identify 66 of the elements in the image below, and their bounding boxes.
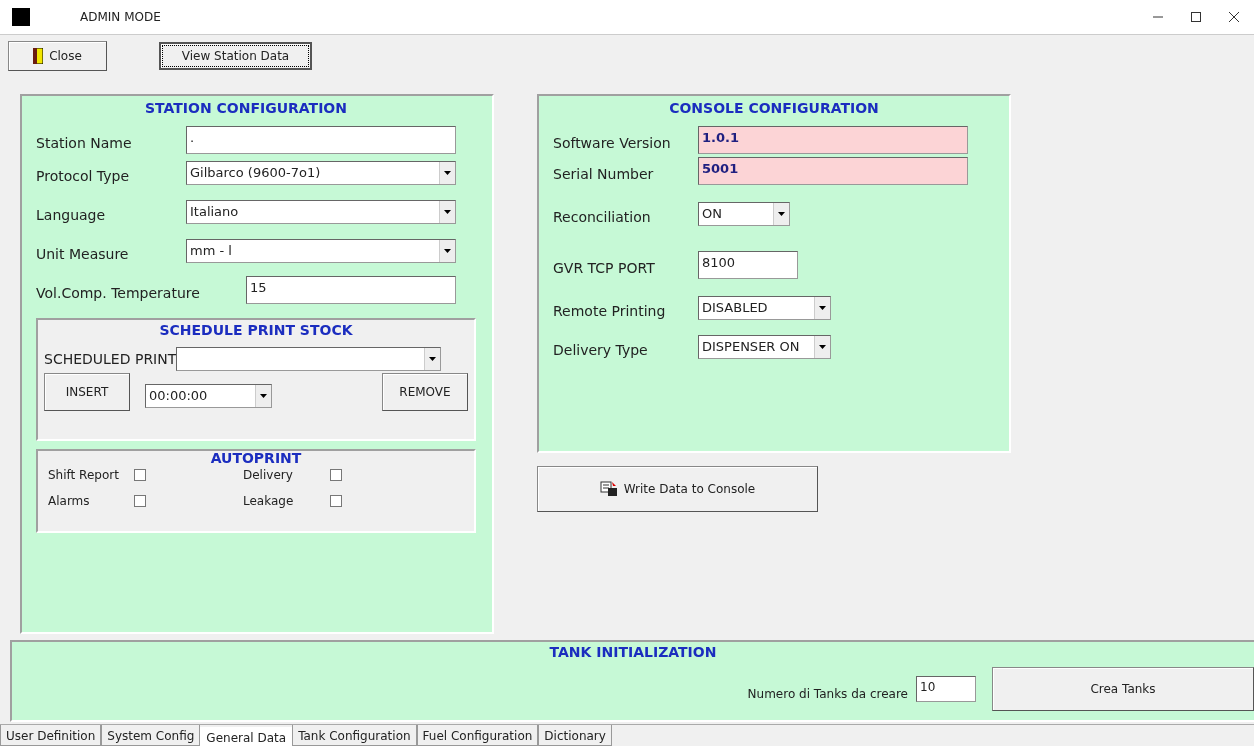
save-to-disk-icon (599, 481, 618, 497)
field-label: Reconciliation (553, 208, 652, 227)
dropdown-arrow-icon[interactable] (444, 170, 451, 175)
checkbox[interactable] (134, 495, 146, 508)
dropdown-field[interactable]: Gilbarco (9600-7o1) (186, 160, 456, 185)
input-field[interactable]: 10 (916, 676, 976, 702)
checkbox[interactable] (330, 469, 342, 482)
field-label: Station Name (36, 134, 132, 153)
insert-button[interactable]: INSERT (44, 373, 130, 411)
close-button[interactable]: Close (8, 40, 107, 71)
checkbox-label: Leakage (243, 493, 295, 511)
dropdown-arrow-icon[interactable] (444, 248, 451, 253)
dropdown-arrow-icon[interactable] (260, 394, 267, 398)
dropdown-arrow-icon[interactable] (819, 305, 826, 310)
field-label: Vol.Comp. Temperature (36, 284, 200, 303)
dropdown-field[interactable]: DISABLED (698, 295, 831, 320)
close-icon[interactable] (1228, 11, 1240, 23)
field-label: SCHEDULED PRINT (44, 349, 177, 369)
checkbox-label: Shift Report (48, 467, 120, 485)
input-field[interactable]: 15 (246, 275, 456, 304)
window-title: ADMIN MODE (80, 9, 161, 26)
tab[interactable]: Dictionary (538, 725, 612, 746)
dropdown-field[interactable]: mm - l (186, 238, 456, 263)
checkbox[interactable] (134, 469, 146, 482)
input-field[interactable]: 5001 (698, 156, 968, 185)
create-tanks-button[interactable]: Crea Tanks (992, 667, 1254, 711)
dropdown-field[interactable] (176, 347, 442, 371)
field-label: Remote Printing (553, 302, 667, 321)
panel-title: CONSOLE CONFIGURATION (668, 99, 880, 118)
dropdown-field[interactable]: Italiano (186, 199, 456, 224)
tab[interactable]: Tank Configuration (292, 725, 417, 746)
write-data-button[interactable]: Write Data to Console (537, 466, 818, 512)
tab[interactable]: General Data (200, 727, 293, 746)
field-label: Software Version (553, 134, 672, 153)
app-icon (12, 8, 30, 26)
field-label: Delivery Type (553, 341, 649, 360)
dropdown-arrow-icon[interactable] (444, 209, 451, 214)
dropdown-field[interactable]: 00:00:00 (145, 384, 272, 408)
dropdown-field[interactable]: DISPENSER ON (698, 334, 831, 359)
input-field[interactable]: . (186, 125, 456, 154)
panel-title: STATION CONFIGURATION (144, 99, 348, 118)
panel-title: TANK INITIALIZATION (548, 643, 718, 662)
input-field[interactable]: 1.0.1 (698, 125, 968, 154)
group-title: AUTOPRINT (209, 451, 303, 467)
input-field[interactable]: 8100 (698, 250, 798, 279)
field-label: GVR TCP PORT (553, 259, 656, 278)
checkbox-label: Delivery (243, 467, 294, 485)
group-title: SCHEDULE PRINT STOCK (158, 321, 354, 340)
checkbox-label: Alarms (48, 493, 91, 511)
dropdown-arrow-icon[interactable] (778, 211, 785, 216)
field-label: Protocol Type (36, 167, 130, 186)
field-label: Numero di Tanks da creare (747, 686, 908, 703)
remove-button[interactable]: REMOVE (382, 373, 468, 411)
door-icon (33, 47, 44, 64)
tab[interactable]: System Config (101, 725, 201, 746)
checkbox[interactable] (330, 495, 342, 508)
tab[interactable]: Fuel Configuration (416, 725, 539, 746)
field-label: Unit Measure (36, 245, 129, 264)
view-data-button[interactable]: View Station Data (159, 41, 312, 70)
dropdown-arrow-icon[interactable] (429, 357, 437, 361)
maximize-icon[interactable] (1190, 11, 1202, 23)
field-label: Language (36, 206, 106, 225)
field-label: Serial Number (553, 165, 655, 184)
dropdown-field[interactable]: ON (698, 201, 790, 226)
tab[interactable]: User Definition (0, 725, 102, 746)
dropdown-arrow-icon[interactable] (819, 344, 826, 349)
